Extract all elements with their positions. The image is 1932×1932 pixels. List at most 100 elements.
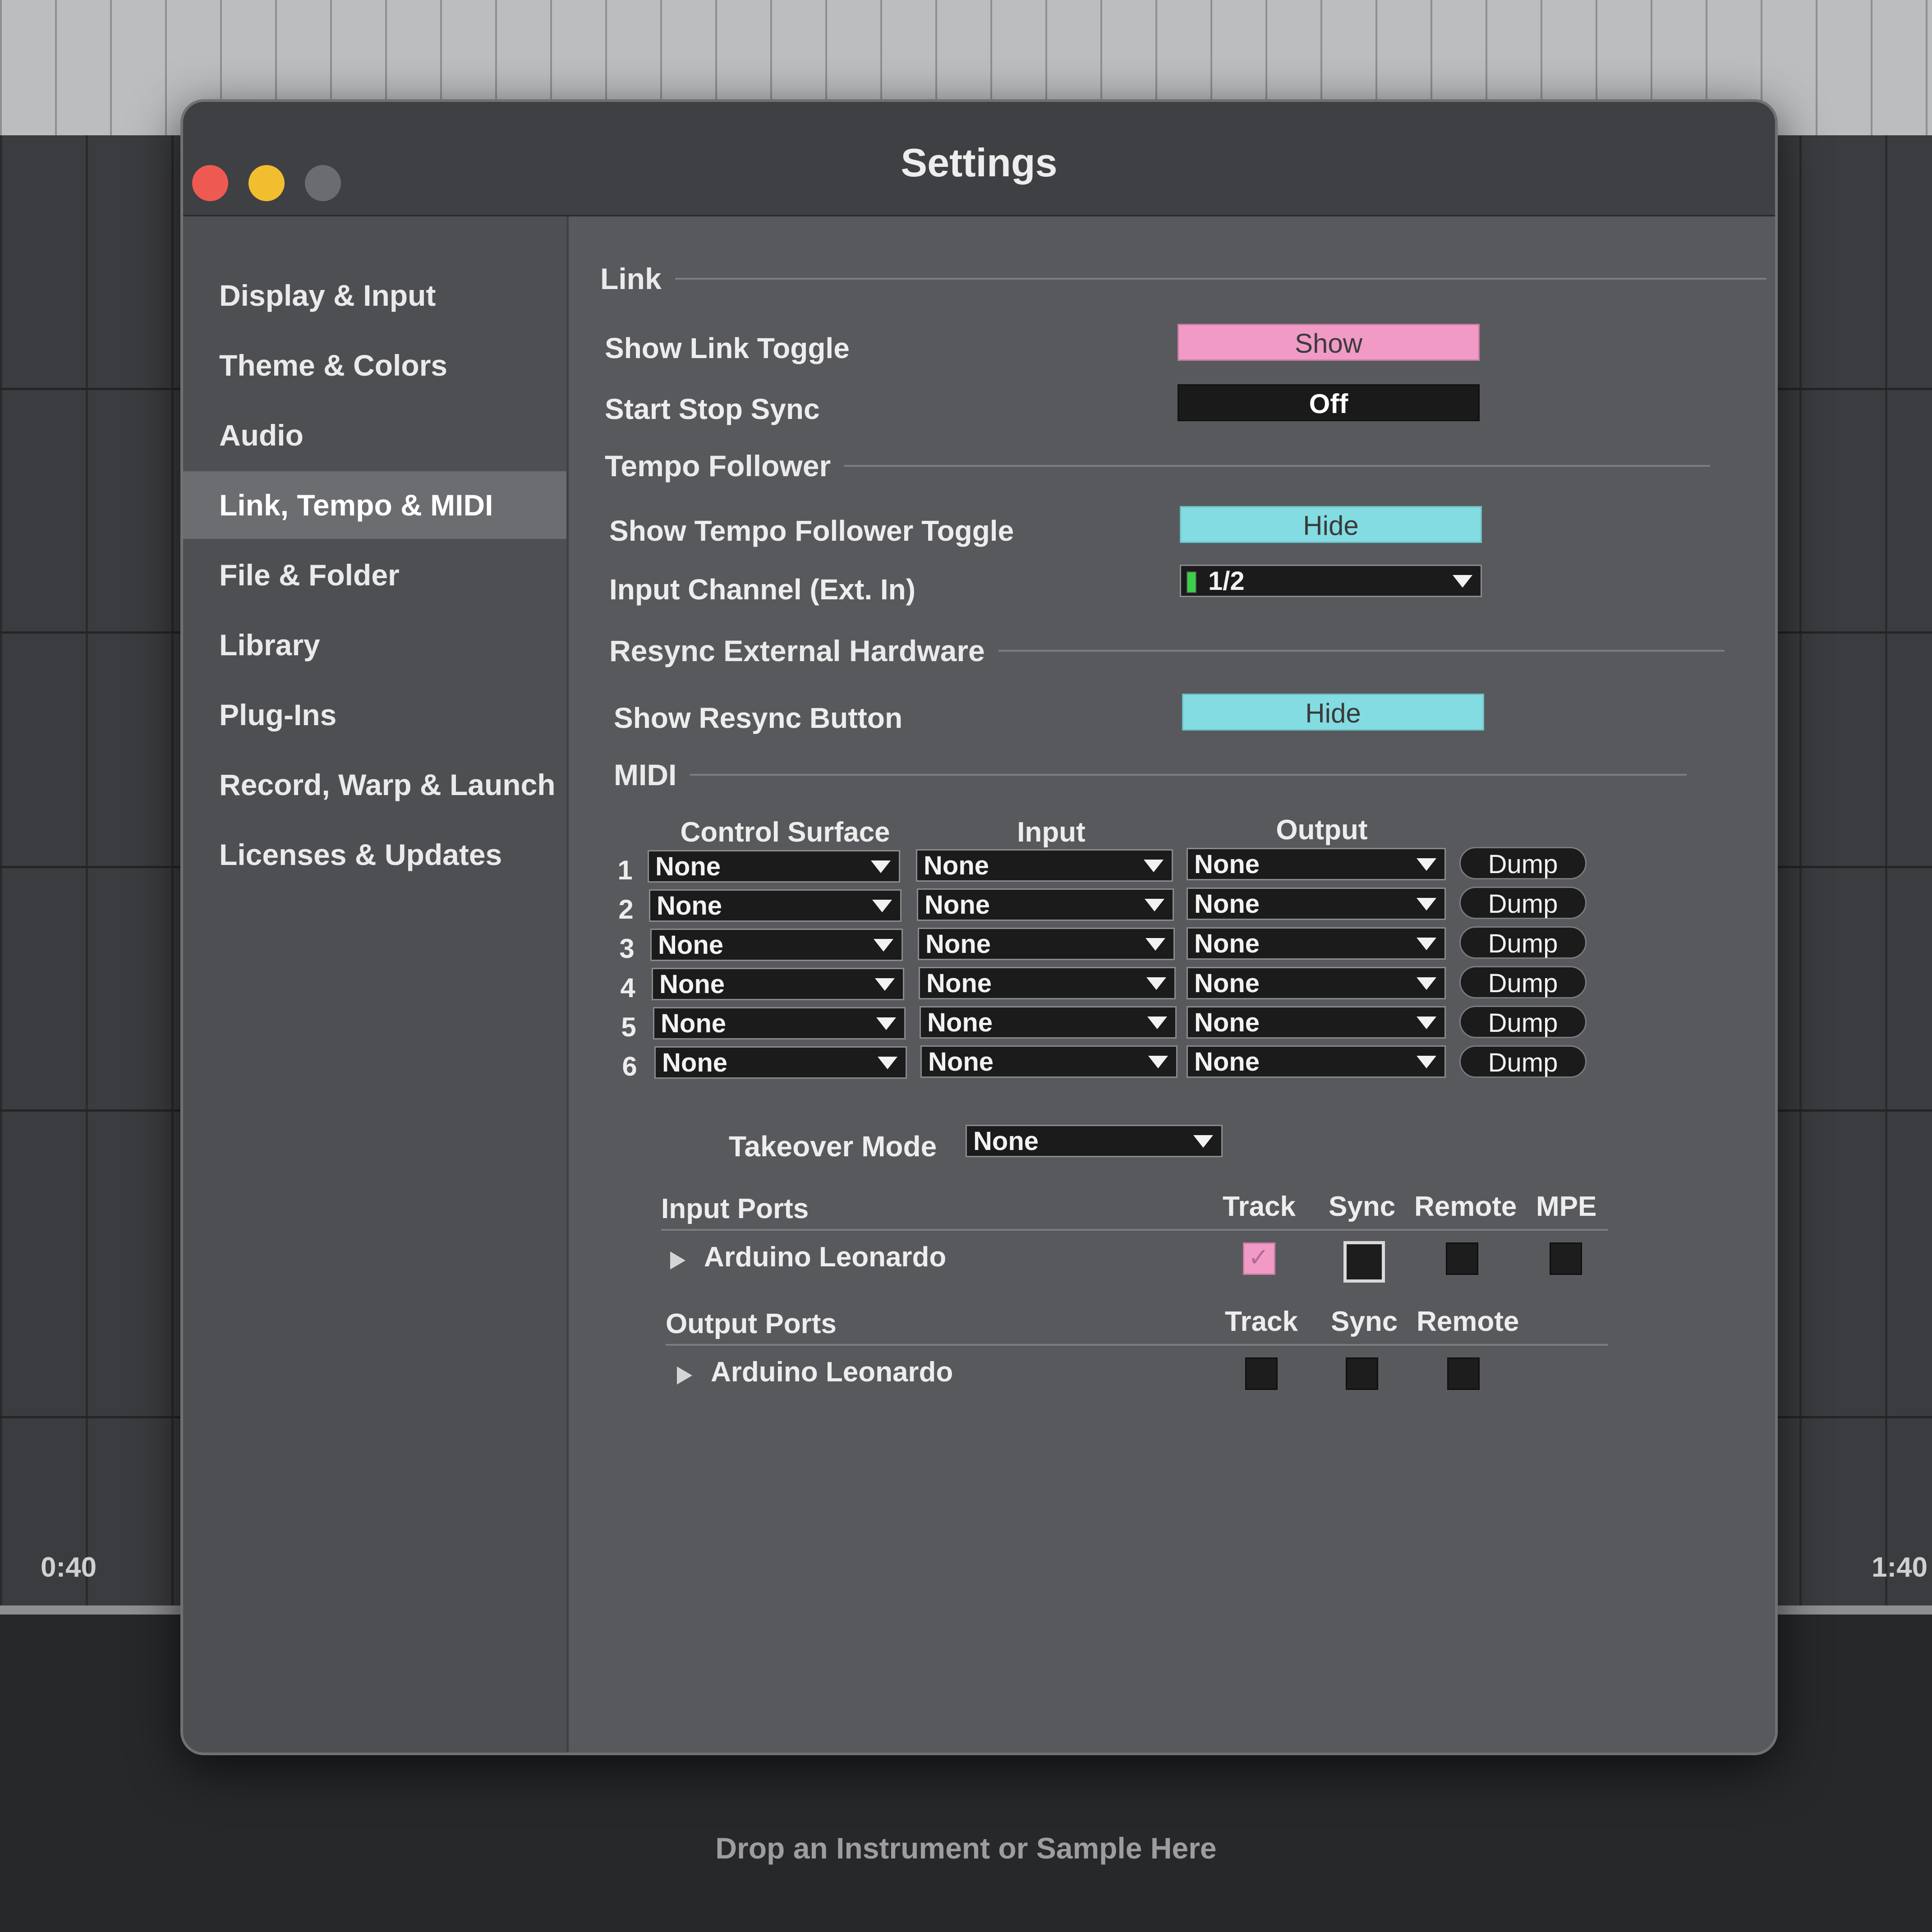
checkmark-icon: ✓	[1248, 1243, 1270, 1271]
show-resync-button-label: Show Resync Button	[614, 702, 903, 734]
section-divider	[675, 278, 1766, 280]
midi-output-select[interactable]: None	[1187, 1045, 1446, 1078]
select-value: None	[927, 1008, 993, 1037]
select-value: None	[661, 1009, 726, 1038]
control-surface-select[interactable]: None	[650, 929, 903, 961]
midi-output-select[interactable]: None	[1187, 888, 1446, 920]
sidebar-item-licenses-updates[interactable]: Licenses & Updates	[183, 821, 566, 888]
sidebar-item-link-tempo-midi[interactable]: Link, Tempo & MIDI	[183, 471, 566, 539]
midi-output-select[interactable]: None	[1187, 848, 1446, 880]
dump-button[interactable]: Dump	[1459, 847, 1587, 879]
input-channel-select[interactable]: 1/2	[1180, 565, 1482, 597]
takeover-mode-select[interactable]: None	[966, 1125, 1223, 1157]
select-value: None	[659, 970, 725, 999]
takeover-mode-label: Takeover Mode	[729, 1130, 937, 1163]
chevron-down-icon	[875, 978, 895, 991]
midi-input-select[interactable]: None	[919, 967, 1176, 999]
preferences-panel: Link Show Link Toggle Show Start Stop Sy…	[569, 216, 1775, 1753]
output-col-sync: Sync	[1331, 1306, 1398, 1337]
dump-button[interactable]: Dump	[1459, 887, 1587, 919]
start-stop-sync-label: Start Stop Sync	[605, 393, 820, 425]
column-header-output: Output	[1276, 814, 1368, 846]
midi-output-select[interactable]: None	[1187, 967, 1446, 999]
chevron-down-icon	[1144, 860, 1164, 872]
output-sync-checkbox[interactable]	[1346, 1357, 1378, 1390]
section-tempo-follower: Tempo Follower	[605, 449, 1711, 483]
select-value: None	[1194, 969, 1260, 998]
control-surface-select[interactable]: None	[652, 968, 904, 1000]
input-col-sync: Sync	[1329, 1191, 1396, 1222]
input-sync-checkbox[interactable]	[1343, 1241, 1385, 1283]
midi-output-select[interactable]: None	[1187, 1006, 1446, 1039]
time-marker-right: 1:40	[1872, 1552, 1928, 1583]
chevron-down-icon	[1417, 938, 1436, 950]
sidebar-item-record-warp-launch[interactable]: Record, Warp & Launch	[183, 751, 566, 819]
dump-button[interactable]: Dump	[1459, 926, 1587, 959]
dump-button[interactable]: Dump	[1459, 966, 1587, 998]
sidebar-item-audio[interactable]: Audio	[183, 401, 566, 469]
select-value: None	[1194, 889, 1260, 919]
midi-input-select[interactable]: None	[918, 928, 1175, 960]
midi-input-select[interactable]: None	[917, 888, 1174, 921]
section-midi-title: MIDI	[614, 758, 677, 791]
title-bar[interactable]: Settings	[183, 102, 1775, 216]
output-track-checkbox[interactable]	[1245, 1357, 1278, 1390]
select-value: None	[924, 851, 989, 880]
chevron-down-icon	[876, 1017, 896, 1030]
column-header-input: Input	[1017, 817, 1086, 848]
chevron-down-icon	[1453, 575, 1472, 588]
sidebar-item-plug-ins[interactable]: Plug-Ins	[183, 681, 566, 749]
control-surface-select[interactable]: None	[653, 1007, 906, 1040]
output-col-remote: Remote	[1417, 1306, 1519, 1337]
column-header-control-surface: Control Surface	[680, 817, 890, 848]
disclosure-triangle-icon[interactable]	[677, 1366, 692, 1385]
time-marker-left: 0:40	[41, 1552, 97, 1583]
input-track-checkbox[interactable]: ✓	[1243, 1242, 1275, 1275]
section-tempo-follower-title: Tempo Follower	[605, 449, 831, 483]
row-number: 4	[620, 973, 635, 1003]
section-resync: Resync External Hardware	[609, 634, 1725, 668]
show-link-toggle-label: Show Link Toggle	[605, 332, 850, 364]
show-resync-button-toggle[interactable]: Hide	[1182, 694, 1484, 731]
input-col-mpe: MPE	[1536, 1191, 1597, 1222]
control-surface-select[interactable]: None	[648, 850, 900, 883]
midi-input-select[interactable]: None	[920, 1045, 1178, 1078]
row-number: 1	[617, 855, 633, 885]
midi-input-select[interactable]: None	[920, 1006, 1177, 1039]
input-ports-title: Input Ports	[661, 1193, 809, 1224]
input-remote-checkbox[interactable]	[1446, 1242, 1478, 1275]
select-value: None	[925, 929, 991, 959]
sidebar-item-file-folder[interactable]: File & Folder	[183, 541, 566, 609]
settings-window: Settings Display & Input Theme & Colors …	[180, 99, 1778, 1755]
chevron-down-icon	[872, 900, 892, 912]
row-number: 3	[619, 934, 635, 964]
input-col-track: Track	[1223, 1191, 1296, 1222]
control-surface-select[interactable]: None	[649, 889, 902, 922]
show-tempo-follower-toggle-button[interactable]: Hide	[1180, 506, 1482, 543]
input-mpe-checkbox[interactable]	[1550, 1242, 1582, 1275]
sidebar-item-library[interactable]: Library	[183, 611, 566, 679]
select-value: None	[926, 969, 992, 998]
select-value: None	[1194, 1008, 1260, 1037]
section-divider	[690, 774, 1687, 776]
output-col-track: Track	[1225, 1306, 1298, 1337]
control-surface-select[interactable]: None	[654, 1046, 907, 1079]
midi-input-select[interactable]: None	[916, 849, 1173, 882]
select-value: None	[658, 930, 723, 960]
chevron-down-icon	[1417, 898, 1436, 911]
port-divider	[666, 1344, 1608, 1346]
dump-button[interactable]: Dump	[1459, 1006, 1587, 1038]
show-link-toggle-button[interactable]: Show	[1178, 324, 1480, 361]
dump-button[interactable]: Dump	[1459, 1045, 1587, 1078]
row-number: 2	[618, 894, 634, 925]
midi-output-select[interactable]: None	[1187, 927, 1446, 960]
sidebar-item-display-input[interactable]: Display & Input	[183, 262, 566, 329]
select-value: None	[1194, 850, 1260, 879]
disclosure-triangle-icon[interactable]	[670, 1251, 685, 1270]
sidebar-item-theme-colors[interactable]: Theme & Colors	[183, 331, 566, 399]
chevron-down-icon	[878, 1057, 897, 1069]
output-remote-checkbox[interactable]	[1447, 1357, 1480, 1390]
start-stop-sync-button[interactable]: Off	[1178, 384, 1480, 421]
chevron-down-icon	[871, 860, 891, 873]
chevron-down-icon	[1417, 1056, 1436, 1068]
